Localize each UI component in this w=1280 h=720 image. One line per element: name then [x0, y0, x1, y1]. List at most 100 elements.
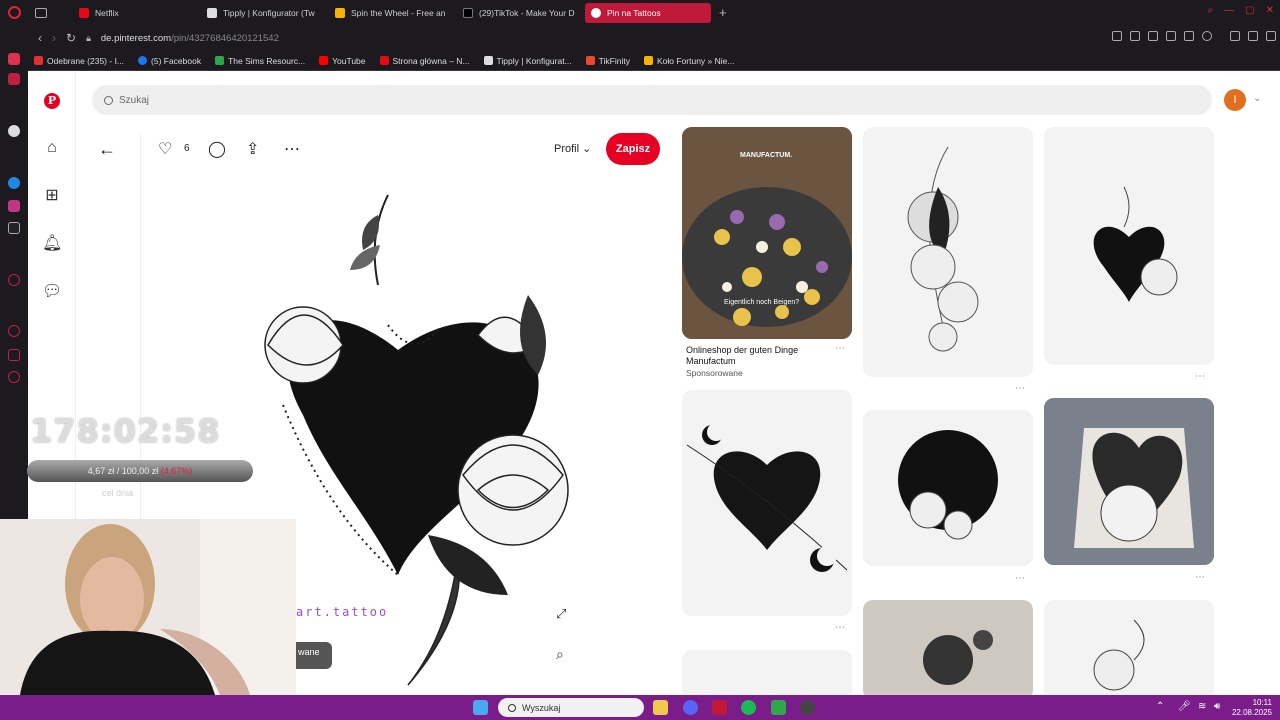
notifications-bell-icon[interactable]: 🔔︎ [42, 234, 62, 254]
search-tabs-icon[interactable]: ⌕ [1208, 5, 1214, 16]
maximize-icon[interactable]: ▢ [1245, 5, 1254, 16]
more-icon[interactable]: ⋯ [284, 139, 300, 159]
netflix-bookmark-icon [379, 56, 389, 65]
bookmark-sims[interactable]: The Sims Resourc... [215, 56, 305, 66]
tiktok-sidebar-icon[interactable] [8, 222, 20, 234]
extensions-icon[interactable] [8, 349, 20, 361]
aria-icon[interactable] [8, 125, 20, 137]
bookmark-youtube[interactable]: YouTube [319, 56, 366, 66]
browser-tab-bar: Netflix Tipply | Konfigurator (Tw Spin t… [0, 0, 1280, 25]
taskbar-search-input[interactable]: Wyszukaj [498, 698, 644, 717]
tab-netflix[interactable]: Netflix [73, 0, 201, 25]
pinterest-logo-icon[interactable]: P [44, 93, 60, 109]
tab-tiktok[interactable]: (29)TikTok - Make Your D [457, 0, 585, 25]
pin-arm-tattoo[interactable] [1044, 398, 1214, 565]
save-button[interactable]: Zapisz [606, 133, 660, 165]
account-icon[interactable] [1230, 31, 1240, 41]
sidebar-app-icon[interactable] [8, 73, 20, 85]
instagram-icon[interactable] [8, 200, 20, 212]
pin-small-heart[interactable] [1044, 127, 1214, 365]
facebook-icon [138, 56, 148, 65]
tab-spin-wheel[interactable]: Spin the Wheel - Free an [329, 0, 457, 25]
sponsored-pin-title[interactable]: Onlineshop der guten Dinge Manufactum [686, 345, 816, 367]
tabs-icon[interactable] [35, 7, 47, 18]
comment-icon[interactable]: ◯ [208, 139, 226, 159]
messages-icon[interactable]: 💬︎ [42, 282, 62, 302]
adblock-icon[interactable] [1166, 31, 1176, 41]
new-tab-plus-icon[interactable]: + [719, 5, 727, 20]
pin-moon-flowers[interactable] [863, 410, 1033, 566]
pin-icon[interactable] [1112, 31, 1122, 41]
tab-pin-tattoos[interactable]: Pin na Tattoos [585, 2, 711, 23]
more-icon[interactable]: ⋯ [1195, 572, 1205, 583]
reload-icon[interactable]: ↻ [66, 31, 76, 45]
home-icon[interactable]: ⌂ [42, 138, 62, 158]
volume-icon[interactable]: 🔊︎ [1214, 701, 1220, 712]
back-arrow-icon[interactable]: ← [98, 139, 116, 160]
bookmark-facebook[interactable]: (5) Facebook [138, 56, 201, 66]
send-icon[interactable] [1184, 31, 1194, 41]
profile-dropdown[interactable]: Profil ⌄ [554, 142, 591, 155]
tab-tipply[interactable]: Tipply | Konfigurator (Tw [201, 0, 329, 25]
windows-start-icon[interactable] [473, 700, 488, 715]
url-field[interactable]: de.pinterest.com/pin/43276846420121542 [101, 33, 279, 44]
pin-flower-moon[interactable] [863, 127, 1033, 377]
bookmark-tikfinity[interactable]: TikFinity [585, 56, 630, 66]
more-icon[interactable]: ⋯ [1015, 573, 1025, 584]
back-arrow-icon[interactable]: ‹ [38, 31, 42, 45]
search-input[interactable]: Szukaj [92, 85, 1212, 115]
pin-partial[interactable] [682, 650, 852, 695]
file-explorer-icon[interactable] [653, 700, 668, 715]
more-icon[interactable]: ⋯ [1015, 383, 1025, 394]
address-bar-row: ‹ › ↻ 🔒︎ de.pinterest.com/pin/4327684642… [28, 25, 1280, 51]
heart-icon[interactable] [1202, 31, 1212, 41]
player-icon[interactable] [8, 274, 20, 286]
opera-taskbar-icon[interactable] [712, 700, 727, 715]
discord-icon[interactable] [683, 700, 698, 715]
taskbar-clock[interactable]: 10:11 22.08.2025 [1232, 698, 1272, 718]
share-icon[interactable]: ⇪ [246, 139, 259, 159]
image-caption: Eigentlich noch Beigen? [724, 299, 800, 306]
bookmark-netflix[interactable]: Strona główna – N... [379, 56, 470, 66]
minimize-icon[interactable]: — [1224, 5, 1234, 16]
sponsored-label: Sponsorowane [686, 368, 743, 378]
forward-arrow-icon[interactable]: › [52, 31, 56, 45]
chevron-up-icon[interactable]: ⌃ [1156, 701, 1164, 712]
screenshot-icon[interactable] [1148, 31, 1158, 41]
download-icon[interactable] [1248, 31, 1258, 41]
bookmark-kolo-fortuny[interactable]: Koło Fortuny » Nie... [643, 56, 734, 66]
opera-logo-icon[interactable] [8, 6, 21, 19]
partial-badge: wane [296, 642, 332, 669]
pin-leg-tattoo[interactable] [863, 600, 1033, 695]
more-icon[interactable]: ⋯ [835, 343, 845, 354]
visual-search-icon[interactable]: ⌕ [556, 646, 564, 663]
heart-icon[interactable]: ♡ [158, 139, 172, 159]
more-icon[interactable]: ⋯ [835, 622, 845, 633]
search-icon [508, 703, 516, 712]
pin-moon-rose[interactable] [1044, 600, 1214, 695]
sponsored-pin-image[interactable]: MANUFACTUM. Eigentlich noch Beigen? [682, 127, 852, 339]
expand-icon[interactable]: ⤢ [556, 606, 566, 622]
pin-splatter-heart[interactable] [682, 390, 852, 616]
more-icon[interactable]: ⋯ [1195, 371, 1205, 382]
settings-gear-icon[interactable] [8, 371, 20, 383]
menu-icon[interactable] [1266, 31, 1276, 41]
messenger-icon[interactable] [8, 53, 20, 65]
facebook-messenger-icon[interactable] [8, 177, 20, 189]
mail-icon [34, 56, 43, 65]
create-icon[interactable]: ⊞ [42, 186, 62, 206]
microphone-icon[interactable]: 🎤︎ [1178, 701, 1191, 712]
bookmark-odebrane[interactable]: Odebrane (235) - I... [34, 56, 124, 66]
snapshot-icon[interactable] [1130, 31, 1140, 41]
spotify-icon[interactable] [741, 700, 756, 715]
tiktok-icon [463, 7, 473, 18]
close-icon[interactable]: ✕ [1266, 5, 1274, 16]
app-icon[interactable] [771, 700, 786, 715]
history-icon[interactable] [8, 325, 20, 337]
chevron-down-icon[interactable]: ⌄ [1253, 93, 1261, 104]
bookmark-tipply[interactable]: Tipply | Konfigurat... [483, 56, 572, 66]
youtube-icon [319, 56, 329, 65]
obs-icon[interactable] [800, 700, 815, 715]
wifi-icon[interactable]: ≋ [1198, 701, 1206, 712]
avatar[interactable]: I [1224, 89, 1246, 111]
